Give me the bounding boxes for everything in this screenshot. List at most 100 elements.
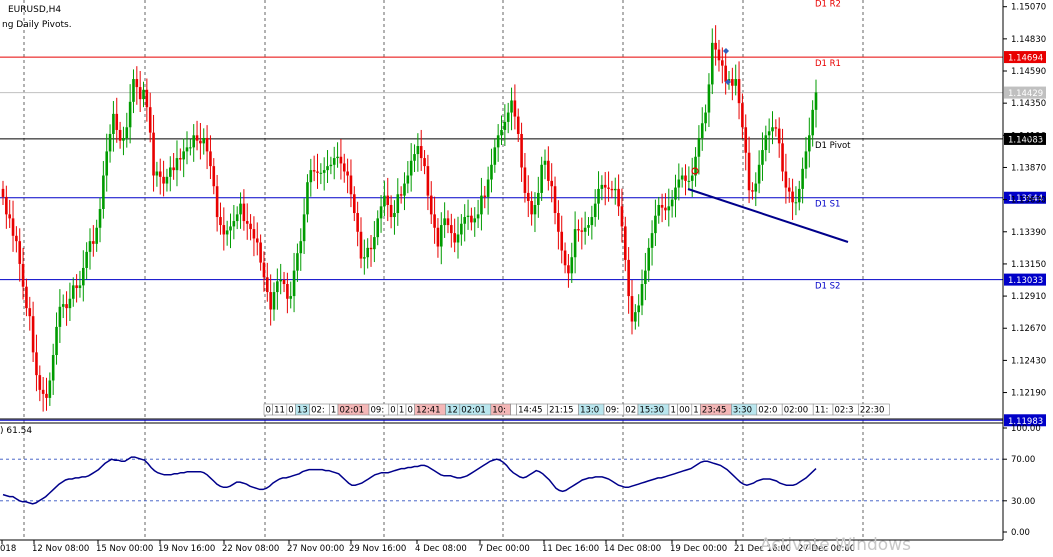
candle-body	[603, 184, 607, 188]
candle-body	[125, 127, 129, 138]
time-label: 15 Nov 00:00	[96, 544, 153, 554]
price-tick-label: 1.14830	[1011, 35, 1046, 45]
candle-body	[543, 160, 547, 165]
candle-body	[135, 79, 139, 88]
price-tick-label: 1.13870	[1011, 163, 1046, 173]
candle-body	[58, 306, 62, 327]
candle-body	[78, 285, 82, 289]
candle-body	[145, 89, 149, 108]
candle-body	[503, 121, 507, 130]
candle-body	[102, 175, 105, 209]
candle-body	[510, 100, 513, 113]
candle-body	[289, 296, 293, 299]
candle-body	[98, 209, 102, 228]
candle-body	[122, 137, 125, 141]
candle-body	[349, 175, 353, 195]
candle-body	[259, 242, 262, 263]
rsi-tick-label: 70.00	[1011, 455, 1035, 465]
price-tick-label: 1.12430	[1011, 356, 1046, 366]
candle-body	[41, 389, 45, 394]
candle-body	[627, 259, 630, 297]
session-boxes: 0 11 0 13 02: 1 02:01 09: 0 1 0 12:41 12 02:01 10: 14:4…	[263, 403, 890, 416]
candle-body	[396, 194, 400, 214]
candle-body	[38, 375, 42, 390]
candle-body	[242, 203, 246, 222]
candle-body	[292, 270, 296, 297]
candle-body	[245, 221, 249, 224]
candle-body	[366, 247, 369, 258]
candle-body	[446, 218, 450, 226]
price-tick-label: 1.13630	[1011, 196, 1046, 206]
candle-body	[516, 116, 520, 134]
candle-body	[490, 164, 493, 180]
candle-body	[339, 156, 343, 164]
candle-body	[429, 195, 433, 215]
candle-body	[443, 218, 446, 226]
candle-body	[225, 230, 229, 235]
candle-body	[155, 171, 159, 176]
candle-body	[610, 188, 614, 191]
candle-body	[81, 267, 85, 286]
candle-body	[754, 183, 758, 192]
session-box-label: 15:30	[640, 406, 665, 416]
candle-body	[480, 195, 483, 215]
candle-body	[801, 168, 804, 189]
pivot-levels: D1 R2D1 R11.14694D1 Pivot1.14083D1 S11.1…	[0, 0, 1046, 427]
session-box-label: 12	[447, 406, 458, 416]
candle-body	[132, 79, 135, 102]
candle-body	[804, 151, 808, 169]
candle-body	[460, 223, 463, 235]
time-label: 4 Dec 08:00	[415, 544, 467, 554]
candle-body	[296, 253, 299, 271]
pivot-label: D1 S1	[815, 200, 840, 210]
pivot-label: D1 Pivot	[815, 141, 851, 151]
candle-body	[697, 137, 701, 157]
price-tick-label: 1.14110	[1011, 131, 1046, 141]
candle-body	[664, 207, 667, 211]
candle-body	[791, 191, 794, 203]
candle-body	[148, 107, 152, 133]
candle-body	[152, 132, 155, 176]
candle-body	[5, 196, 8, 215]
candle-body	[142, 89, 145, 100]
candle-body	[640, 284, 644, 306]
candle-body	[299, 241, 303, 254]
time-label: 19 Dec 00:00	[670, 544, 727, 554]
session-box-label: 09:	[606, 406, 620, 416]
chart-grid	[23, 0, 864, 540]
time-label: 19 Nov 16:00	[158, 544, 215, 554]
price-tick-label: 1.12670	[1011, 324, 1046, 334]
price-tick-label: 1.12910	[1011, 292, 1046, 302]
session-box-label: 1	[693, 406, 698, 416]
candle-body	[138, 87, 142, 100]
candle-body	[654, 215, 657, 234]
candle-body	[436, 227, 440, 247]
candle-body	[470, 215, 473, 223]
candle-body	[707, 84, 711, 113]
price-chart[interactable]: D1 R2D1 R11.14694D1 Pivot1.14083D1 S11.1…	[0, 0, 1053, 557]
session-box-label: 0	[408, 406, 413, 416]
candle-body	[784, 171, 788, 188]
candle-body	[286, 284, 289, 299]
candle-body	[8, 214, 11, 219]
candle-body	[158, 171, 162, 177]
rsi-tick-label: 0.00	[1011, 528, 1030, 538]
candle-body	[108, 133, 112, 152]
candle-body	[523, 167, 527, 193]
chart-axes: 1.15070 1.14830 1.14590 1.14350 1.14110 1.138…	[0, 0, 1046, 554]
candle-body	[65, 304, 68, 309]
candle-body	[75, 285, 78, 289]
candle-body	[757, 164, 761, 184]
candle-body	[105, 151, 109, 176]
candle-body	[550, 180, 553, 187]
candle-body	[25, 286, 28, 309]
candle-body	[630, 296, 634, 322]
candle-body	[553, 186, 557, 214]
candle-body	[272, 292, 276, 310]
candle-body	[737, 79, 741, 104]
session-box-label: 02:	[311, 406, 325, 416]
candle-body	[590, 217, 594, 226]
candle-body	[764, 135, 768, 151]
candle-body	[312, 170, 316, 172]
candle-body	[389, 204, 393, 218]
